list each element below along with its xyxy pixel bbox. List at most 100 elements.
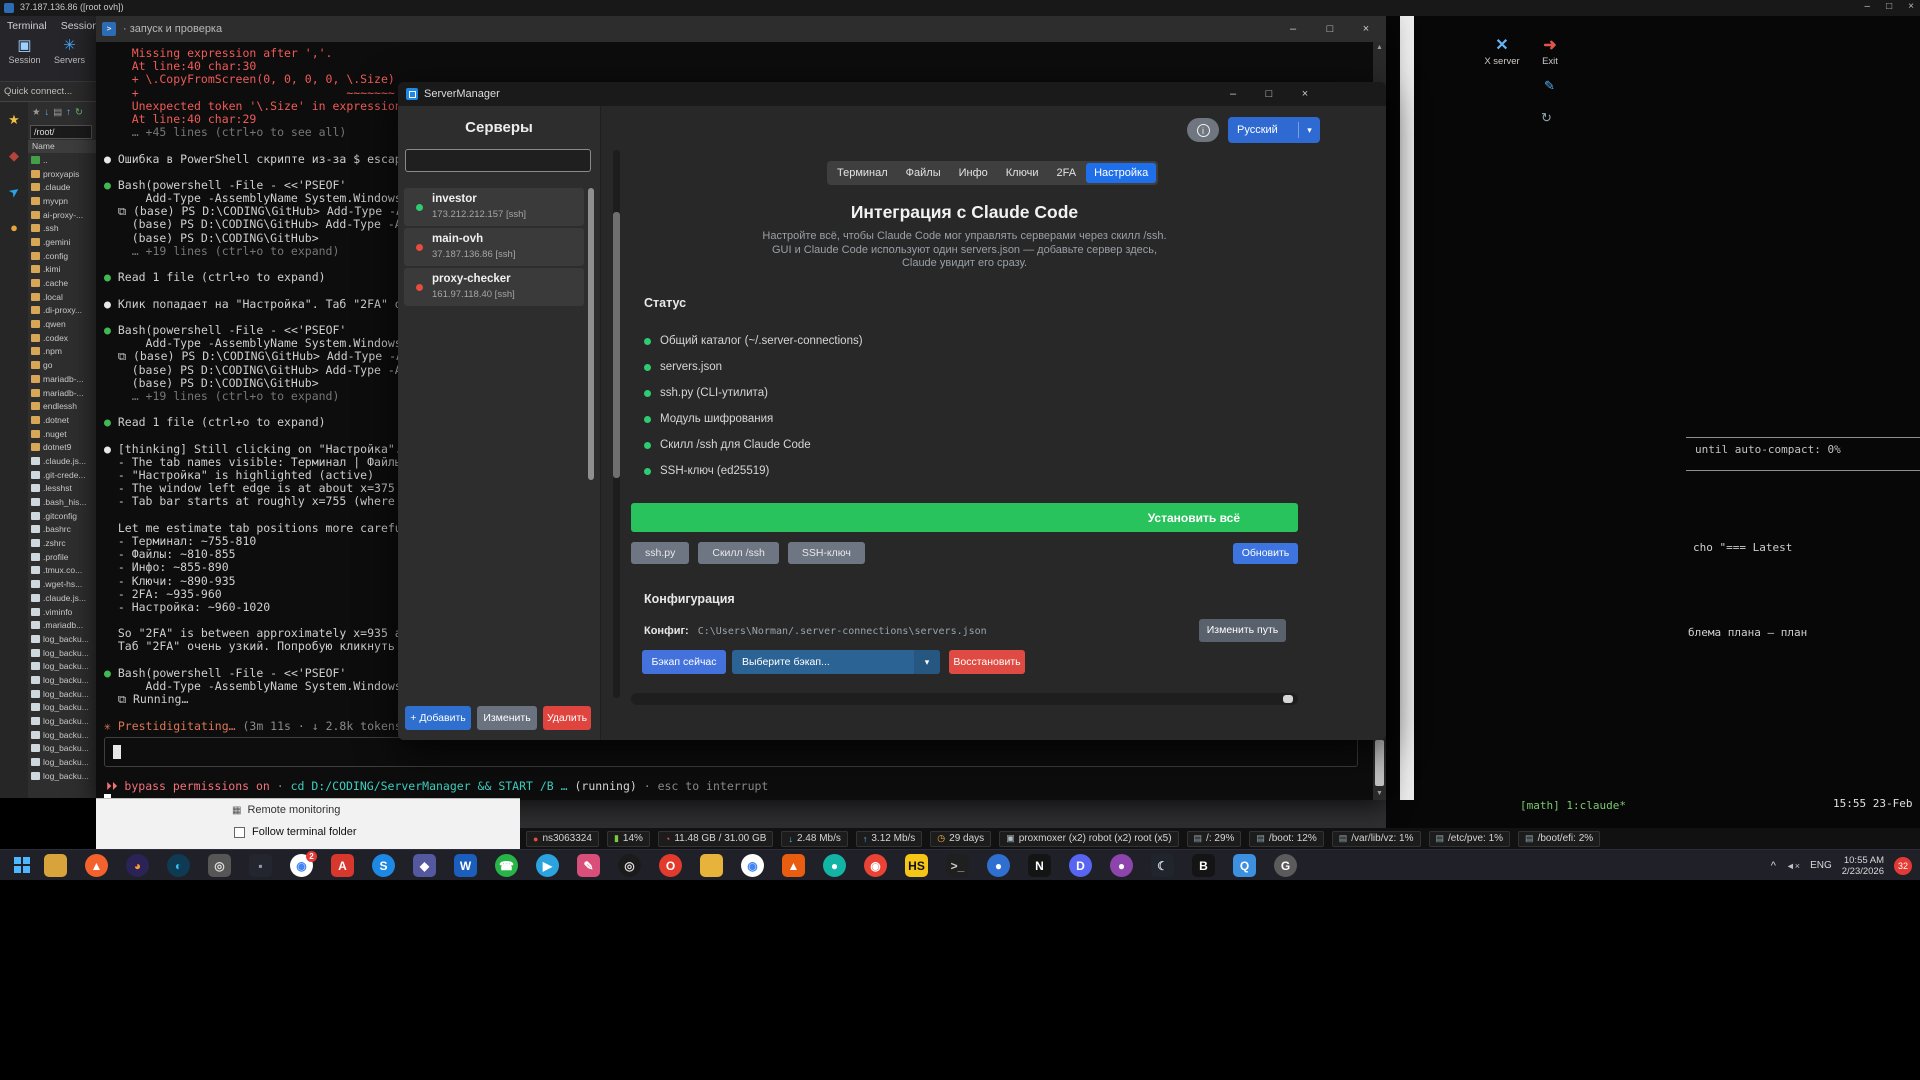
taskbar-app-icon[interactable]: ◐ <box>167 854 190 877</box>
sidebar-strip-icon[interactable]: ● <box>10 220 18 235</box>
sidebar-strip-icon[interactable]: ★ <box>8 112 20 128</box>
file-tree-item[interactable]: log_backu... <box>28 742 96 756</box>
tray-expand-icon[interactable]: ^ <box>1771 860 1776 872</box>
server-list-item[interactable]: investor 173.212.212.157 [ssh] <box>404 188 584 226</box>
taskbar-app-icon[interactable] <box>700 854 723 877</box>
scrollbar-thumb[interactable] <box>1283 695 1293 703</box>
checkbox[interactable] <box>234 827 245 838</box>
file-tree-item[interactable]: .cache <box>28 276 96 290</box>
ribbon-button[interactable]: ▣ Session <box>4 37 45 65</box>
file-tree-item[interactable]: mariadb-... <box>28 372 96 386</box>
file-tree-item[interactable]: log_backu... <box>28 701 96 715</box>
content-scrollbar-thumb[interactable] <box>613 212 620 478</box>
taskbar-app-icon[interactable]: ◎ <box>618 854 641 877</box>
servermanager-titlebar[interactable]: ServerManager – □ × <box>398 82 1386 106</box>
file-tree-item[interactable]: endlessh <box>28 399 96 413</box>
close-icon[interactable]: × <box>1296 82 1314 106</box>
install-part-button[interactable]: Скилл /ssh <box>698 542 778 564</box>
file-tree-item[interactable]: .di-proxy... <box>28 304 96 318</box>
taskbar-app-icon[interactable]: B <box>1192 854 1215 877</box>
file-tree-item[interactable]: log_backu... <box>28 728 96 742</box>
file-tree-item[interactable]: .lesshst <box>28 482 96 496</box>
taskbar-app-icon[interactable]: ◉ <box>741 854 764 877</box>
remote-monitoring-row[interactable]: ▦ Remote monitoring <box>232 804 340 816</box>
menu-item[interactable]: Terminal <box>7 20 47 32</box>
file-tree-item[interactable]: log_backu... <box>28 673 96 687</box>
taskbar-app-icon[interactable]: ● <box>1110 854 1133 877</box>
claude-input-box[interactable] <box>104 737 1358 767</box>
install-part-button[interactable]: SSH-ключ <box>788 542 865 564</box>
taskbar-app-icon[interactable]: ● <box>823 854 846 877</box>
start-button[interactable] <box>14 857 31 874</box>
taskbar-app-icon[interactable]: Q <box>1233 854 1256 877</box>
taskbar-app-icon[interactable]: G <box>1274 854 1297 877</box>
file-tree-item[interactable]: .profile <box>28 550 96 564</box>
sidebar-strip-icon[interactable]: ➤ <box>5 182 23 201</box>
taskbar-app-icon[interactable]: ▲ <box>85 854 108 877</box>
file-tree-item[interactable]: ai-proxy-... <box>28 208 96 222</box>
taskbar-app-icon[interactable]: ▲ <box>782 854 805 877</box>
taskbar-app-icon[interactable]: ◉ <box>864 854 887 877</box>
file-tree-item[interactable]: dotnet9 <box>28 440 96 454</box>
refresh-button[interactable]: Обновить <box>1233 543 1298 564</box>
file-tree-item[interactable]: log_backu... <box>28 646 96 660</box>
reload-icon[interactable]: ↻ <box>1541 110 1552 126</box>
pencil-icon[interactable]: ✎ <box>1544 78 1555 94</box>
file-tree-item[interactable]: .bashrc <box>28 523 96 537</box>
scroll-up-icon[interactable]: ▲ <box>1373 42 1386 54</box>
server-list-scrollbar[interactable] <box>588 188 594 480</box>
taskbar-app-icon[interactable]: D <box>1069 854 1092 877</box>
clock[interactable]: 10:55 AM 2/23/2026 <box>1842 855 1884 877</box>
file-tree-item[interactable]: mariadb-... <box>28 386 96 400</box>
taskbar-app-icon[interactable]: ● <box>987 854 1010 877</box>
scrollbar-thumb[interactable] <box>1375 740 1384 786</box>
server-list-item[interactable]: main-ovh 37.187.136.86 [ssh] <box>404 228 584 266</box>
file-tree-item[interactable]: .mariadb... <box>28 618 96 632</box>
close-icon[interactable]: × <box>1358 16 1374 42</box>
file-tree-item[interactable]: .gitconfig <box>28 509 96 523</box>
scroll-down-icon[interactable]: ▼ <box>1373 788 1386 800</box>
file-tree-item[interactable]: .tmux.co... <box>28 564 96 578</box>
file-tree-item[interactable]: log_backu... <box>28 755 96 769</box>
taskbar-app-icon[interactable]: ◎ <box>208 854 231 877</box>
file-tree-item[interactable]: log_backu... <box>28 687 96 701</box>
file-tree-item[interactable]: .claude.js... <box>28 591 96 605</box>
file-tree-item[interactable]: .bash_his... <box>28 495 96 509</box>
toolbar-icon[interactable]: ↓ <box>45 107 50 118</box>
terminal-titlebar[interactable]: > · запуск и проверка – □ × <box>96 16 1386 42</box>
taskbar-app-icon[interactable]: ◉ 2 <box>290 854 313 877</box>
server-action-button[interactable]: + Добавить <box>405 706 471 730</box>
taskbar-app-icon[interactable]: ▪ <box>249 854 272 877</box>
file-tree-item[interactable]: .npm <box>28 345 96 359</box>
server-action-button[interactable]: Изменить <box>477 706 537 730</box>
file-tree-item[interactable]: myvpn <box>28 194 96 208</box>
sidebar-strip-icon[interactable]: ◆ <box>9 148 19 164</box>
change-path-button[interactable]: Изменить путь <box>1199 619 1286 642</box>
minimize-icon[interactable]: – <box>1865 1 1871 12</box>
background-scrollbar[interactable] <box>1400 16 1414 800</box>
toolbar-icon[interactable]: ↑ <box>66 107 71 118</box>
file-tree-item[interactable]: .zshrc <box>28 536 96 550</box>
maximize-icon[interactable]: □ <box>1886 1 1892 12</box>
toolbar-icon[interactable]: ★ <box>32 107 41 118</box>
toolbar-icon[interactable]: ↻ <box>75 107 83 118</box>
notification-count-badge[interactable]: 32 <box>1894 857 1912 875</box>
taskbar-app-icon[interactable]: ✎ <box>577 854 600 877</box>
file-tree-item[interactable]: .dotnet <box>28 413 96 427</box>
taskbar-app-icon[interactable]: ▶ <box>536 854 559 877</box>
backup-select-dropdown[interactable]: Выберите бэкап... ▾ <box>732 650 940 674</box>
file-tree-item[interactable]: .qwen <box>28 317 96 331</box>
taskbar-app-icon[interactable]: O <box>659 854 682 877</box>
file-tree-item[interactable]: .git-crede... <box>28 468 96 482</box>
taskbar-app-icon[interactable]: W <box>454 854 477 877</box>
file-tree-item[interactable]: log_backu... <box>28 659 96 673</box>
path-input[interactable] <box>30 125 92 139</box>
ribbon-button[interactable]: ➜ Exit <box>1530 36 1570 67</box>
follow-terminal-folder-row[interactable]: Follow terminal folder <box>234 826 357 838</box>
file-tree-item[interactable]: go <box>28 358 96 372</box>
close-icon[interactable]: × <box>1908 1 1914 12</box>
file-tree-item[interactable]: .kimi <box>28 263 96 277</box>
volume-muted-icon[interactable]: ◄× <box>1786 861 1800 871</box>
server-action-button[interactable]: Удалить <box>543 706 591 730</box>
file-tree-item[interactable]: .gemini <box>28 235 96 249</box>
